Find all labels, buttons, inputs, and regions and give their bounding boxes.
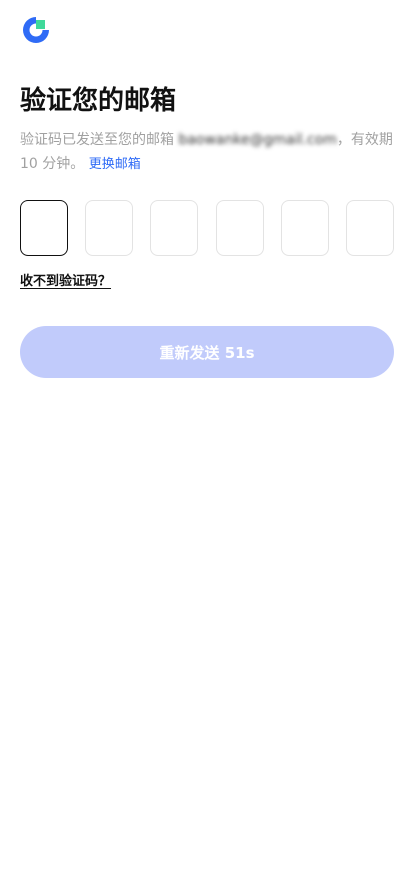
code-input-3[interactable] — [150, 200, 198, 256]
code-input-row — [20, 200, 394, 256]
code-input-2[interactable] — [85, 200, 133, 256]
no-code-link[interactable]: 收不到验证码？ — [20, 270, 111, 289]
email-address: baowanke@gmail.com — [178, 132, 337, 148]
verification-description: 验证码已发送至您的邮箱 baowanke@gmail.com，有效期 10 分钟… — [20, 128, 400, 177]
subtitle-prefix: 验证码已发送至您的邮箱 — [20, 132, 179, 148]
code-input-1[interactable] — [20, 200, 68, 256]
code-input-4[interactable] — [216, 200, 264, 256]
brand-logo-icon — [23, 17, 49, 43]
email-verification-page: 验证您的邮箱 验证码已发送至您的邮箱 baowanke@gmail.com，有效… — [0, 0, 414, 896]
page-title: 验证您的邮箱 — [20, 86, 177, 116]
code-input-6[interactable] — [346, 200, 394, 256]
change-email-link[interactable]: 更换邮箱 — [89, 157, 141, 172]
code-input-5[interactable] — [281, 200, 329, 256]
resend-button[interactable]: 重新发送 51s — [20, 326, 394, 378]
